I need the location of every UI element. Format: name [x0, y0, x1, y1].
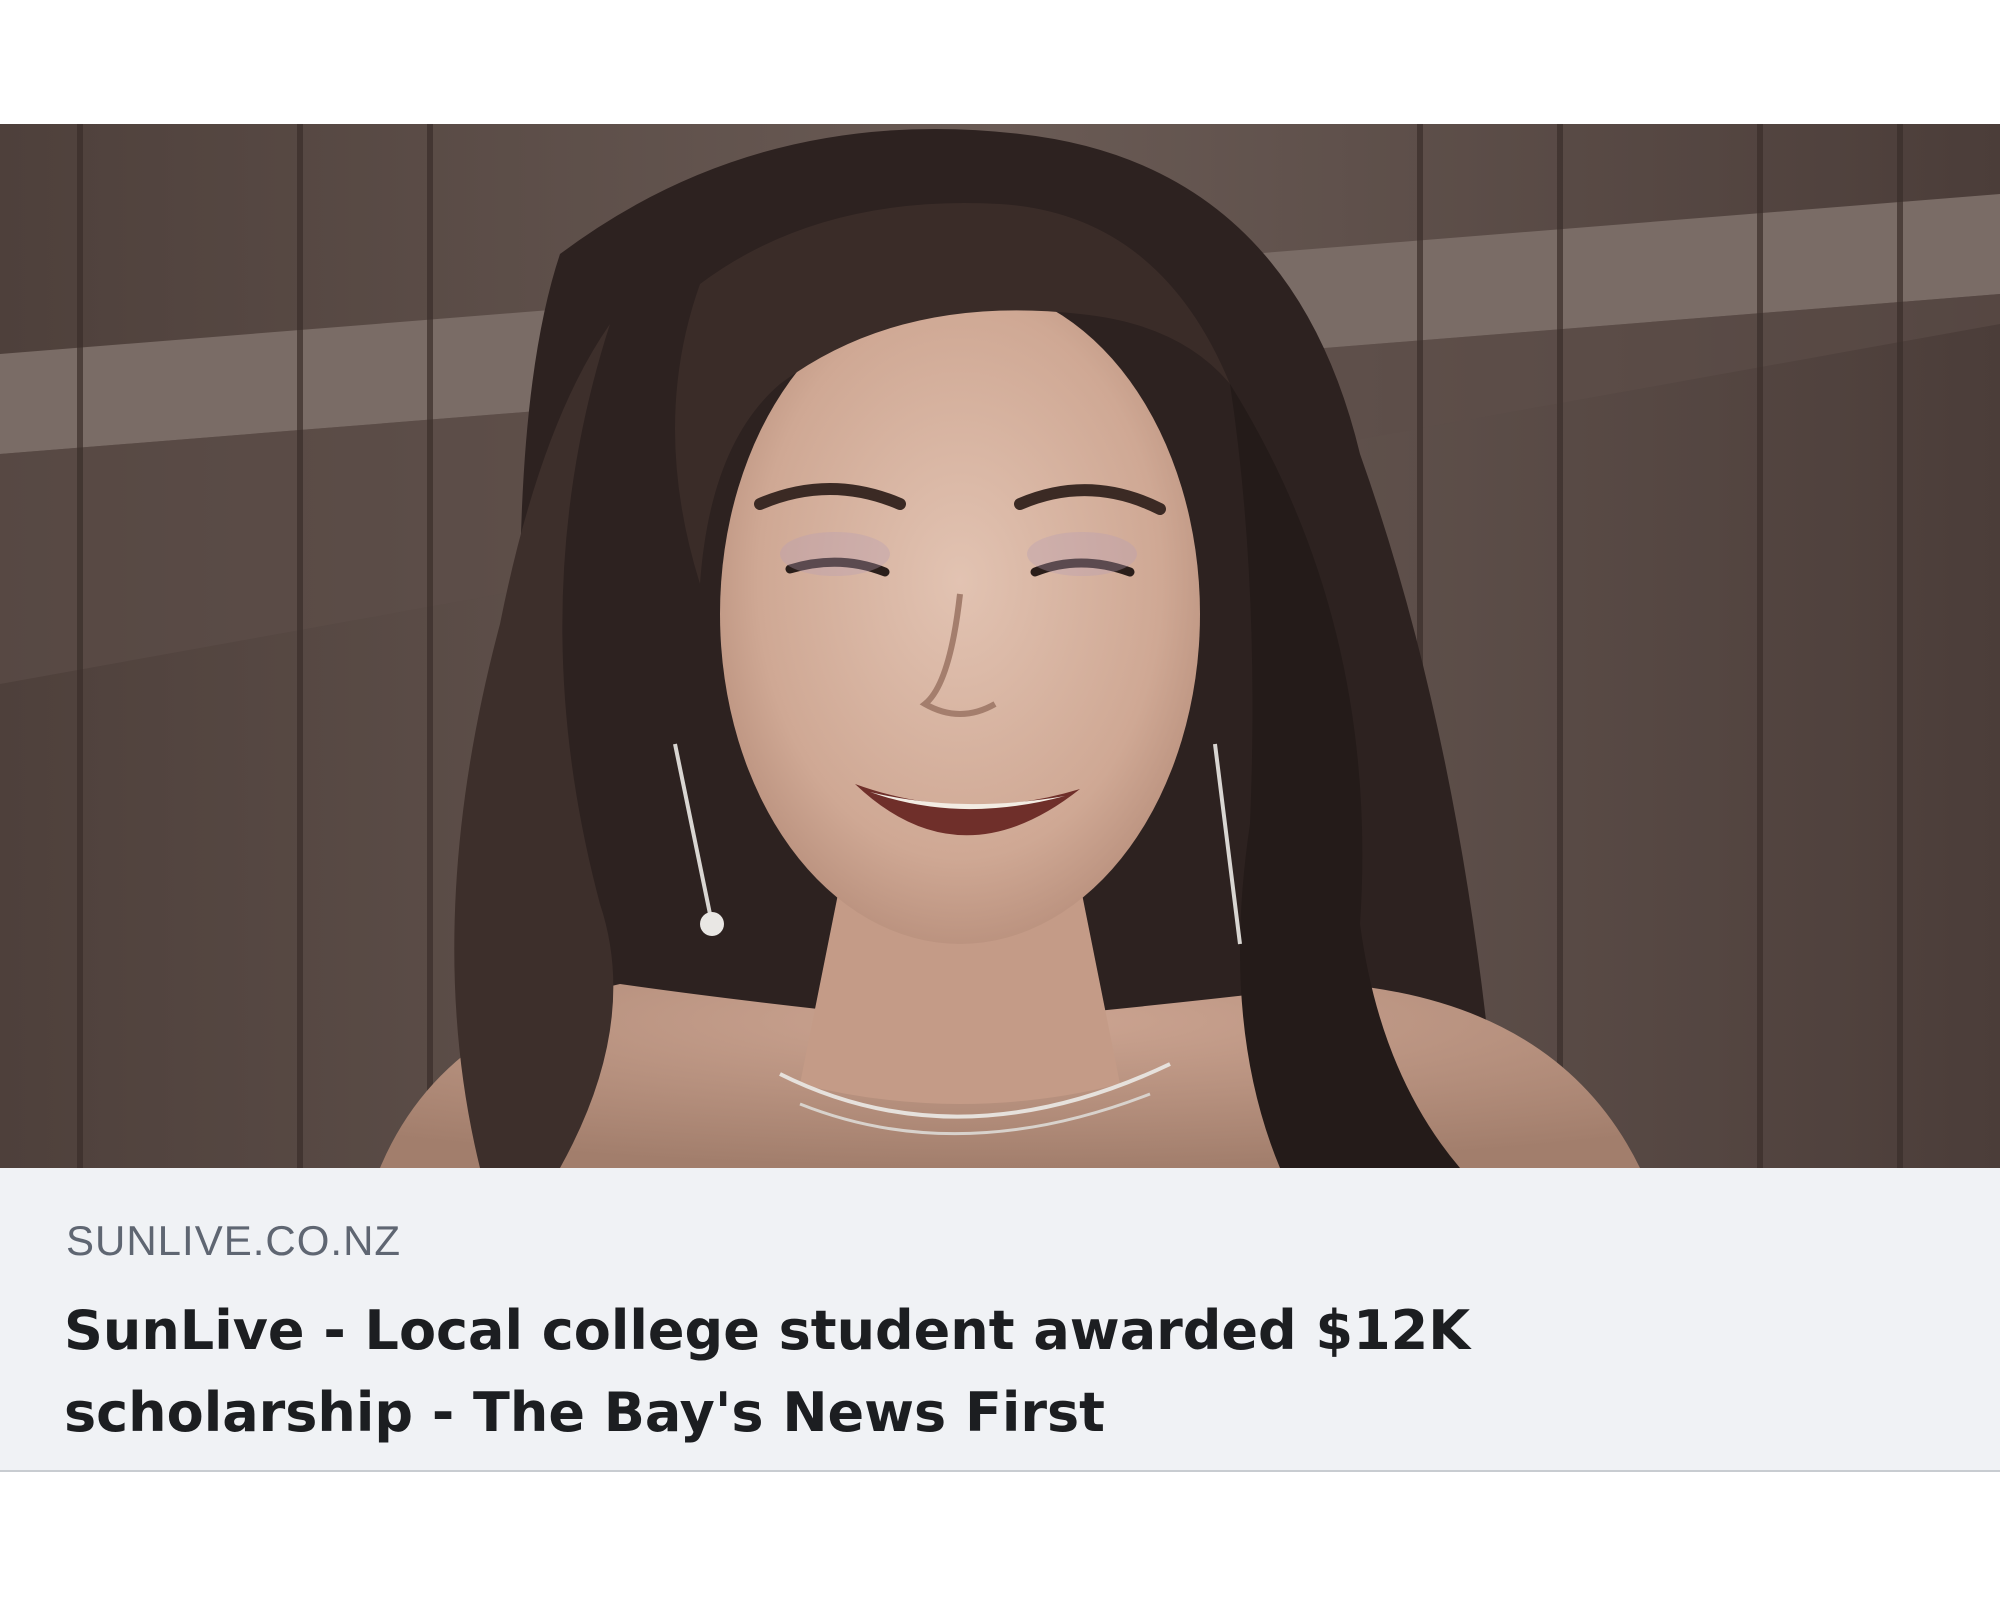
article-thumbnail-image[interactable] [0, 124, 2000, 1168]
link-preview-footer: SUNLIVE.CO.NZ SunLive - Local college st… [0, 1168, 2000, 1472]
article-photo [0, 124, 2000, 1168]
link-domain: SUNLIVE.CO.NZ [66, 1217, 402, 1264]
link-preview-card[interactable]: SUNLIVE.CO.NZ SunLive - Local college st… [0, 124, 2000, 1474]
link-title[interactable]: SunLive - Local college student awarded … [64, 1290, 1664, 1454]
